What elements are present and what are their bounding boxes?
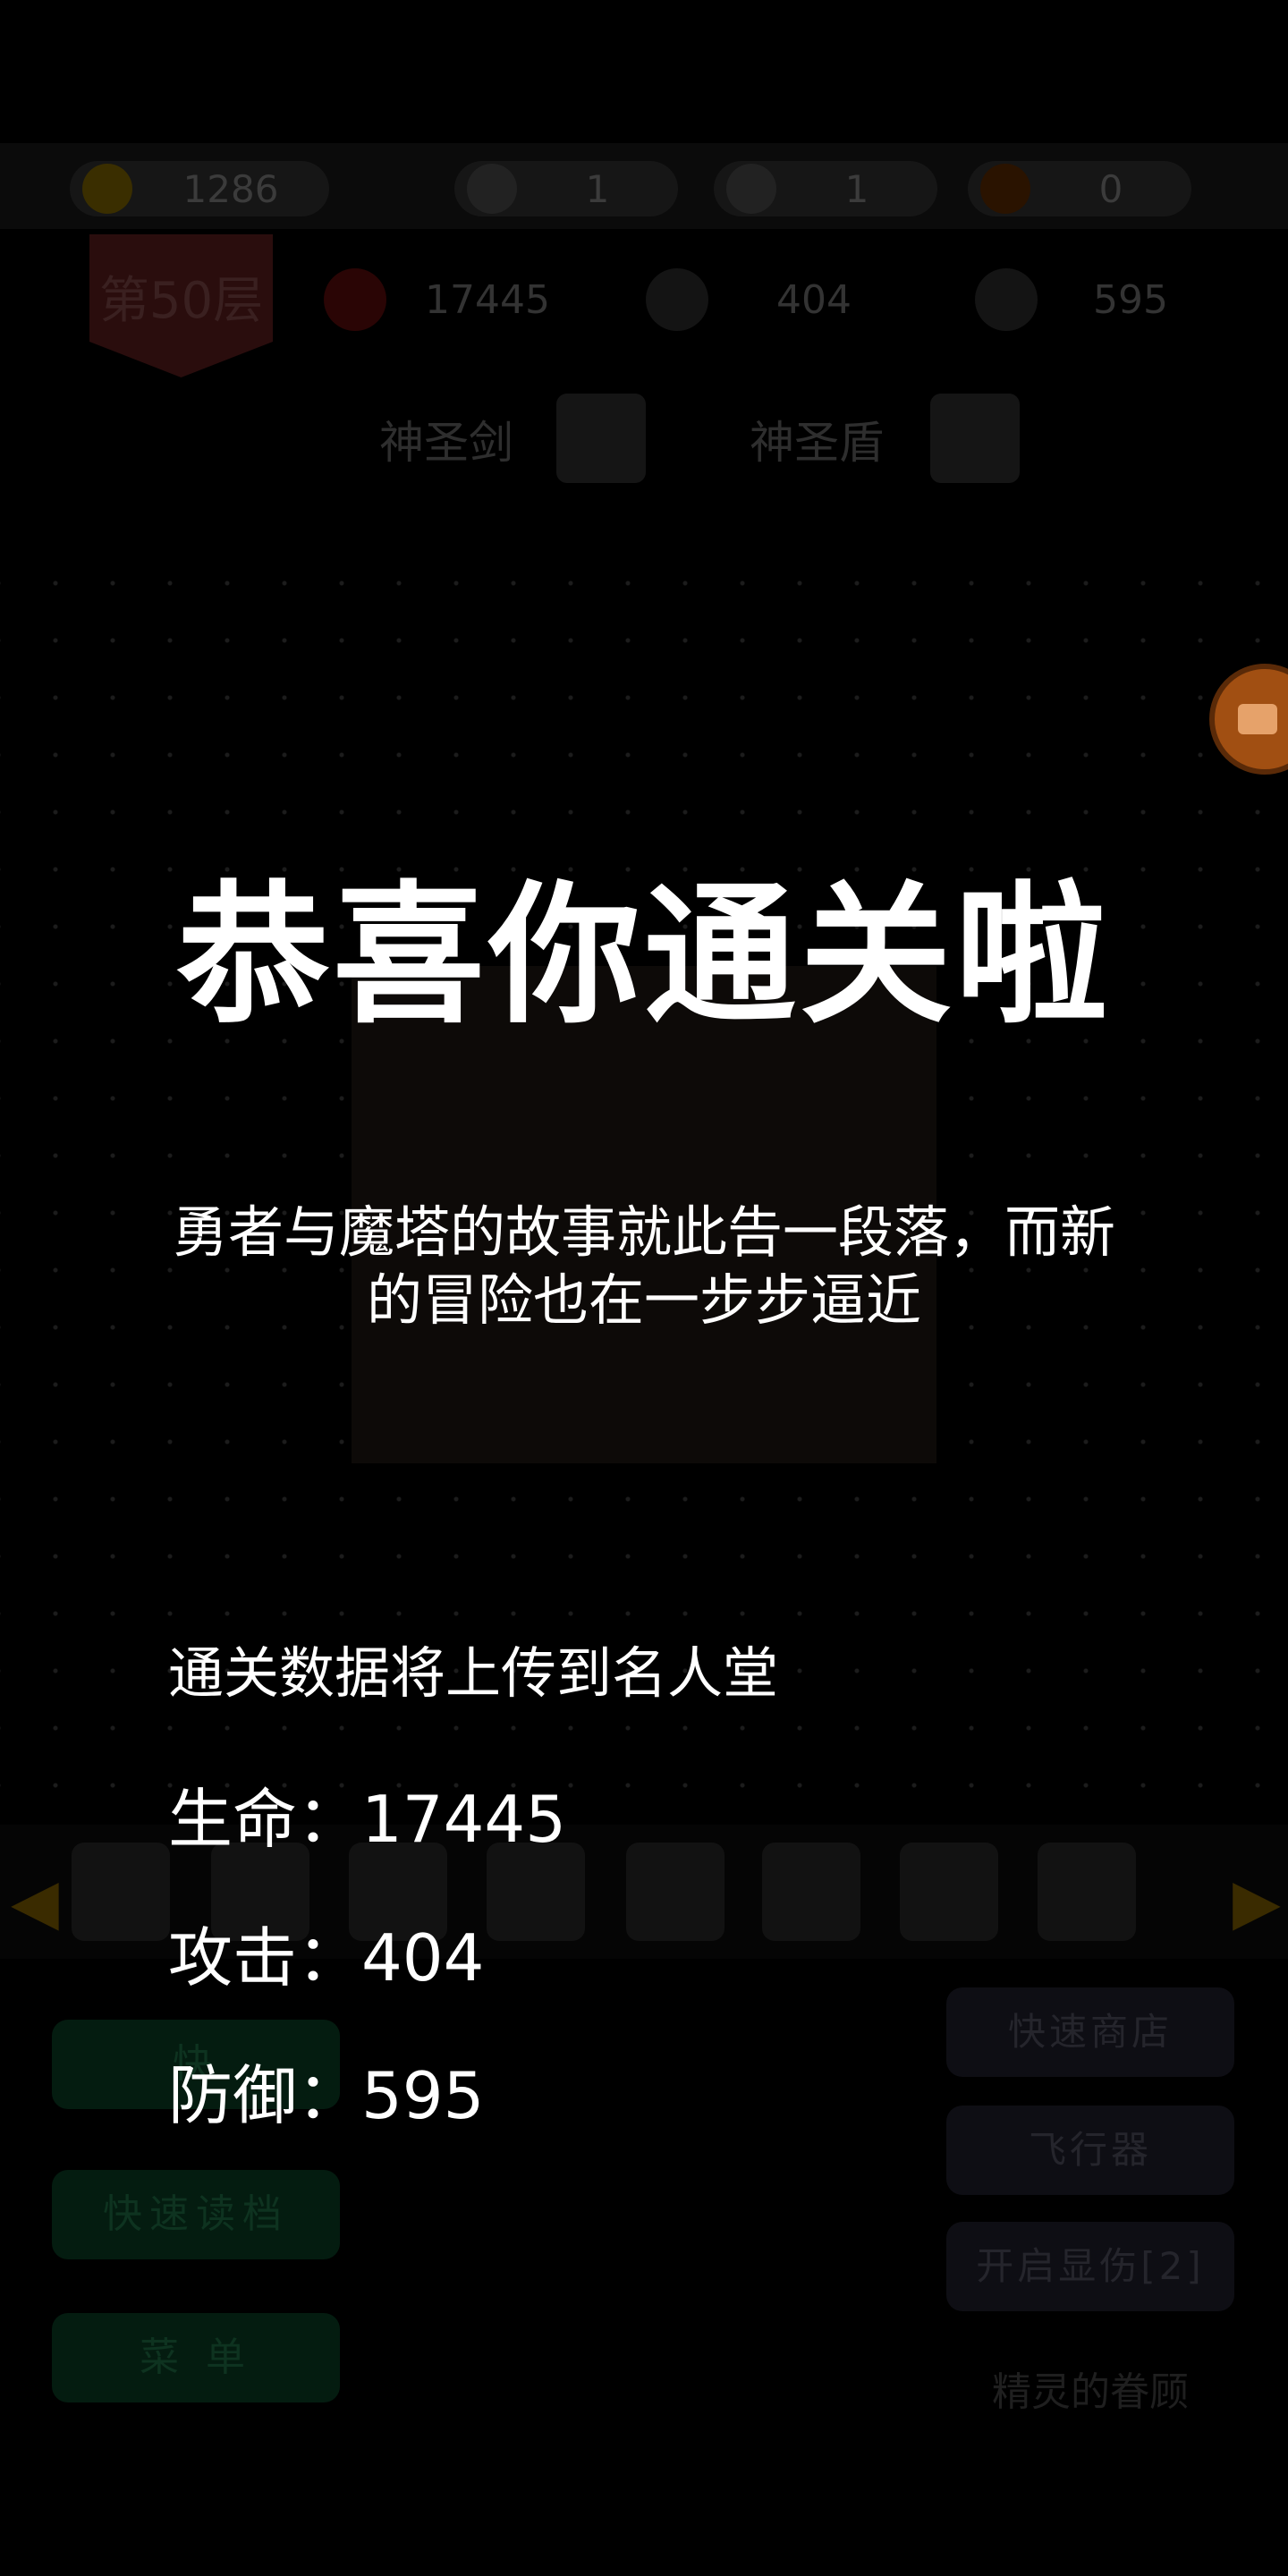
victory-subtitle: 勇者与魔塔的故事就此告一段落，而新的冒险也在一步步逼近	[172, 1199, 1115, 1333]
final-atk: 攻击：404	[168, 1920, 485, 1996]
final-def: 防御：595	[168, 2058, 485, 2133]
victory-title: 恭喜你通关啦	[176, 868, 1111, 1045]
victory-overlay[interactable]: 恭喜你通关啦 勇者与魔塔的故事就此告一段落，而新的冒险也在一步步逼近 通关数据将…	[0, 0, 1288, 2576]
final-hp: 生命：17445	[168, 1782, 567, 1857]
upload-notice: 通关数据将上传到名人堂	[168, 1640, 779, 1706]
